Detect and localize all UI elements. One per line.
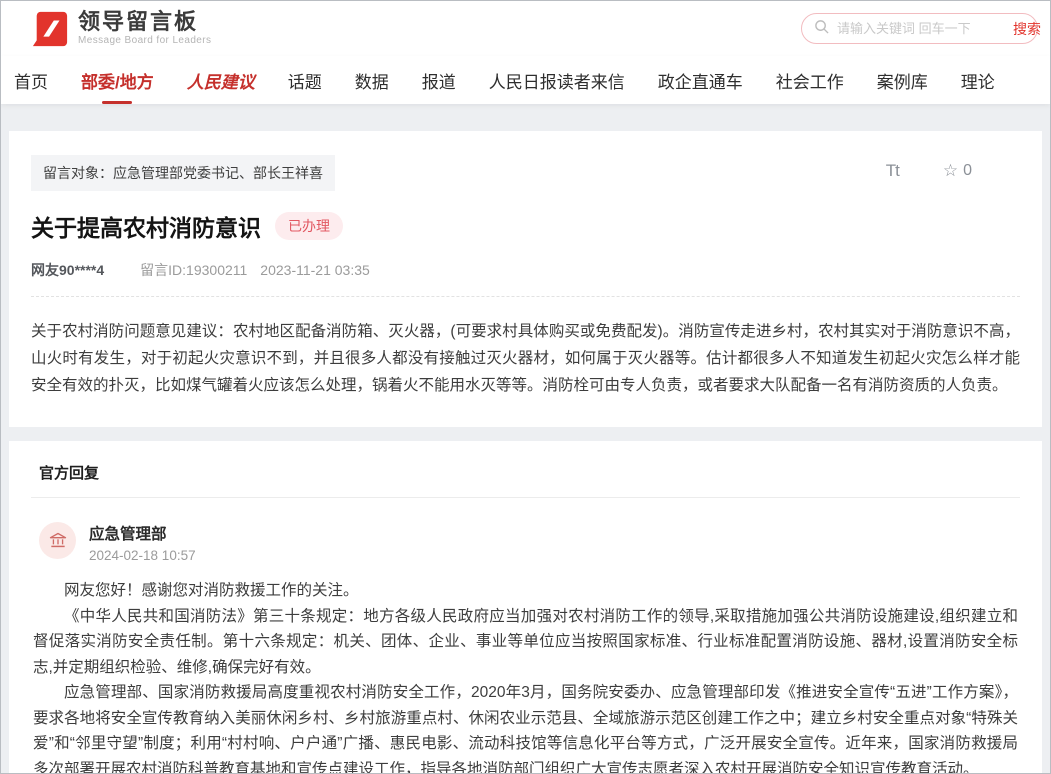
site-subtitle: Message Board for Leaders: [78, 35, 211, 46]
site-header: 领导留言板 Message Board for Leaders 搜索: [1, 1, 1050, 56]
site-title: 领导留言板: [78, 11, 211, 33]
star-count: 0: [963, 162, 972, 180]
site-logo[interactable]: 领导留言板 Message Board for Leaders: [31, 10, 211, 48]
page-background-band: [1, 104, 1050, 131]
page: 领导留言板 Message Board for Leaders 搜索 首页 部委…: [0, 0, 1051, 774]
nav-item-reader-letters[interactable]: 人民日报读者来信: [489, 68, 625, 93]
message-title: 关于提高农村消防意识: [31, 209, 261, 243]
nav-item-peoples-suggestions[interactable]: 人民建议: [187, 68, 255, 93]
font-size-toggle-icon[interactable]: Tt: [886, 161, 899, 181]
nav-item-topics[interactable]: 话题: [288, 68, 322, 93]
search-box[interactable]: 搜索: [801, 13, 1038, 44]
message-tools: Tt ☆ 0: [886, 161, 972, 181]
message-id: 留言ID:19300211: [140, 260, 247, 280]
favorite-button[interactable]: ☆ 0: [943, 161, 972, 181]
reply-paragraph: 应急管理部、国家消防救援局高度重视农村消防安全工作，2020年3月，国务院安委办…: [33, 680, 1018, 774]
nav-item-case-library[interactable]: 案例库: [877, 68, 928, 93]
nav-item-reports[interactable]: 报道: [422, 68, 456, 93]
nav-item-gov-enterprise[interactable]: 政企直通车: [658, 68, 743, 93]
star-icon: ☆: [943, 161, 958, 181]
nav-item-ministries-local[interactable]: 部委/地方: [81, 68, 154, 93]
reply-author-block: 应急管理部 2024-02-18 10:57: [89, 522, 196, 563]
nav-item-home[interactable]: 首页: [14, 68, 48, 93]
reply-header: 应急管理部 2024-02-18 10:57: [31, 522, 1020, 563]
message-meta: 网友90****4 留言ID:19300211 2023-11-21 03:35: [31, 260, 1020, 280]
message-target-badge: 留言对象：应急管理部党委书记、部长王祥喜: [31, 155, 335, 191]
nav-item-theory[interactable]: 理论: [961, 68, 995, 93]
search-input[interactable]: [837, 21, 1013, 36]
message-time: 2023-11-21 03:35: [260, 262, 370, 278]
official-reply-card: 官方回复 应急管理部 2024-02-18 10:57 网友您好！感谢您对消防救…: [9, 441, 1042, 774]
nav-item-label: 部委/地方: [81, 73, 154, 92]
reply-section-heading: 官方回复: [31, 441, 1020, 497]
reply-divider: [31, 497, 1020, 498]
reply-paragraph: 网友您好！感谢您对消防救援工作的关注。: [33, 578, 1018, 604]
main-nav: 首页 部委/地方 人民建议 话题 数据 报道 人民日报读者来信 政企直通车 社会…: [1, 56, 1050, 104]
message-card: 留言对象：应急管理部党委书记、部长王祥喜 Tt ☆ 0 关于提高农村消防意识 已…: [9, 131, 1042, 427]
government-building-icon: [39, 522, 76, 559]
reply-author: 应急管理部: [89, 522, 196, 544]
nav-item-social-work[interactable]: 社会工作: [776, 68, 844, 93]
logo-text: 领导留言板 Message Board for Leaders: [78, 11, 211, 46]
search-icon: [814, 19, 829, 39]
reply-paragraph: 《中华人民共和国消防法》第三十条规定：地方各级人民政府应当加强对农村消防工作的领…: [33, 604, 1018, 681]
status-badge: 已办理: [275, 212, 343, 240]
search-button[interactable]: 搜索: [1013, 19, 1041, 39]
reply-time: 2024-02-18 10:57: [89, 548, 196, 563]
nav-item-data[interactable]: 数据: [355, 68, 389, 93]
reply-body: 网友您好！感谢您对消防救援工作的关注。 《中华人民共和国消防法》第三十条规定：地…: [31, 578, 1020, 774]
active-underline: [102, 101, 132, 104]
dashed-divider: [31, 296, 1020, 297]
message-author: 网友90****4: [31, 260, 104, 280]
message-body: 关于农村消防问题意见建议：农村地区配备消防箱、灭火器，(可要求村具体购买或免费配…: [31, 318, 1020, 399]
logo-icon: [31, 10, 69, 48]
